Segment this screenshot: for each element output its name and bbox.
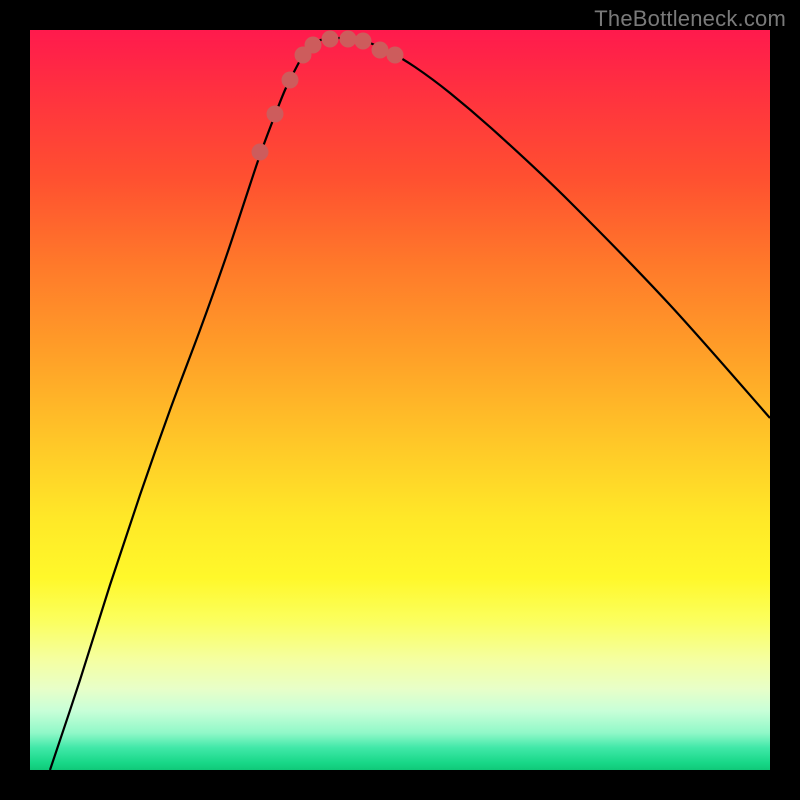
watermark-text: TheBottleneck.com [594, 6, 786, 32]
curve-dot [267, 106, 284, 123]
curve-dots-group [252, 31, 404, 161]
curve-dot [372, 42, 389, 59]
bottleneck-curve-path [50, 38, 770, 770]
curve-dot [322, 31, 339, 48]
curve-dot [355, 33, 372, 50]
curve-dot [305, 37, 322, 54]
curve-dot [282, 72, 299, 89]
curve-dot [340, 31, 357, 48]
curve-dot [387, 47, 404, 64]
curve-dot [252, 144, 269, 161]
bottleneck-curve-svg [30, 30, 770, 770]
